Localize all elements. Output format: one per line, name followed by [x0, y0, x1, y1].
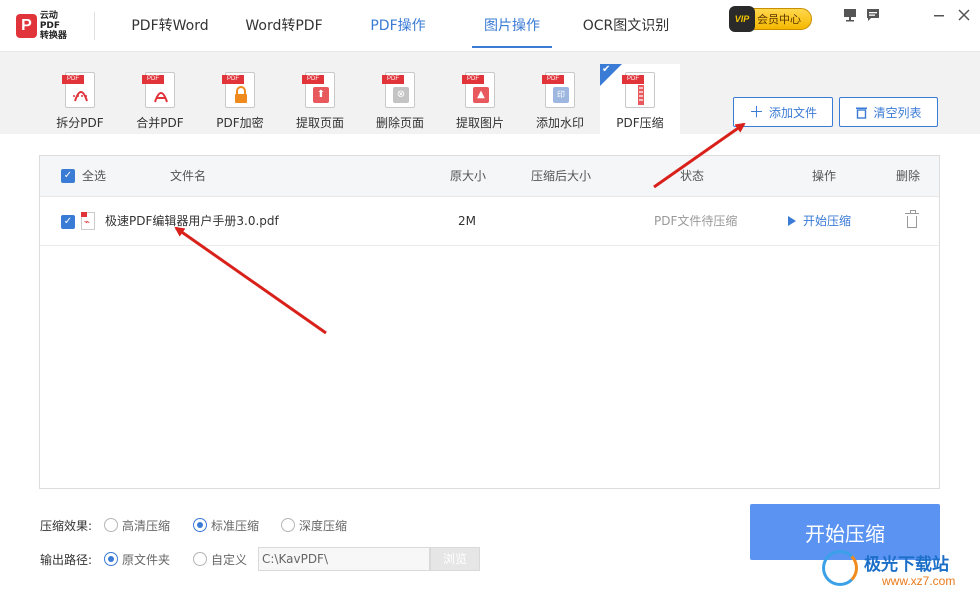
delete-page-icon: PDF ⊗	[382, 72, 415, 108]
tool-merge-pdf-label: 合并PDF	[136, 116, 184, 130]
plus-icon: ＋	[748, 102, 764, 121]
tool-extract-pages[interactable]: PDF ⬆ 提取页面	[281, 66, 359, 134]
tab-pdf-operations[interactable]: PDF操作	[362, 0, 434, 52]
radio-hd-compress-label[interactable]: 高清压缩	[122, 517, 170, 534]
extract-image-icon: PDF ▲	[462, 72, 495, 108]
radio-standard-compress[interactable]	[193, 518, 207, 532]
extract-page-icon: PDF ⬆	[302, 72, 335, 108]
tab-image-operations[interactable]: 图片操作	[472, 0, 552, 52]
vip-center-button[interactable]: VIP 会员中心	[729, 6, 812, 32]
tool-add-watermark[interactable]: PDF 印 添加水印	[521, 66, 599, 134]
tool-compress-pdf-label: PDF压缩	[616, 116, 664, 130]
radio-original-folder[interactable]	[104, 552, 118, 566]
logo-icon: P	[16, 14, 37, 38]
row-start-compress-label: 开始压缩	[803, 214, 852, 228]
top-bar: P 云动PDF 转换器 PDF转Word Word转PDF PDF操作 图片操作…	[0, 0, 980, 52]
select-all-checkbox[interactable]: ✓	[61, 169, 75, 183]
active-tab-underline	[472, 46, 552, 48]
header-original-size: 原大小	[450, 169, 487, 183]
vip-badge-icon: VIP	[729, 6, 755, 32]
tool-encrypt-pdf[interactable]: PDF PDF加密	[201, 66, 279, 134]
watermark-line2: www.xz7.com	[882, 574, 956, 588]
tool-encrypt-pdf-label: PDF加密	[216, 116, 264, 130]
tab-ocr[interactable]: OCR图文识别	[578, 0, 674, 52]
tool-merge-pdf[interactable]: PDF 合并PDF	[121, 66, 199, 134]
tool-split-pdf[interactable]: PDF 拆分PDF	[41, 66, 119, 134]
compress-icon: PDF	[622, 72, 655, 108]
trash-icon	[856, 107, 868, 119]
tab-word-to-pdf[interactable]: Word转PDF	[238, 0, 330, 52]
radio-custom-folder[interactable]	[193, 552, 207, 566]
logo-line2: 转换器	[39, 31, 67, 41]
play-icon	[788, 216, 796, 226]
tool-split-pdf-label: 拆分PDF	[56, 116, 104, 130]
add-file-button[interactable]: ＋ 添加文件	[733, 97, 833, 127]
tool-delete-pages[interactable]: PDF ⊗ 删除页面	[361, 66, 439, 134]
minimize-icon[interactable]	[930, 6, 948, 24]
header-status: 状态	[680, 169, 705, 183]
output-path-label: 输出路径:	[40, 553, 93, 567]
radio-standard-compress-label[interactable]: 标准压缩	[211, 517, 259, 534]
radio-hd-compress[interactable]	[104, 518, 118, 532]
vip-center-label: 会员中心	[757, 13, 801, 26]
tool-delete-pages-label: 删除页面	[375, 116, 424, 130]
header-compressed-size: 压缩后大小	[531, 169, 592, 183]
row-delete-icon[interactable]	[905, 210, 919, 228]
message-icon[interactable]	[864, 6, 882, 24]
header-delete: 删除	[896, 169, 921, 183]
tool-extract-pages-label: 提取页面	[295, 116, 344, 130]
row-filename: 极速PDF编辑器用户手册3.0.pdf	[105, 214, 279, 228]
browse-button[interactable]: 浏览	[430, 547, 480, 571]
radio-deep-compress-label[interactable]: 深度压缩	[299, 517, 347, 534]
tool-add-watermark-label: 添加水印	[535, 116, 584, 130]
header-filename: 文件名	[170, 169, 207, 183]
radio-deep-compress[interactable]	[281, 518, 295, 532]
tab-pdf-to-word[interactable]: PDF转Word	[124, 0, 216, 52]
merge-icon: PDF	[142, 72, 175, 108]
compress-effect-label: 压缩效果:	[40, 519, 93, 533]
radio-original-folder-label[interactable]: 原文件夹	[122, 551, 170, 568]
clear-list-button[interactable]: 清空列表	[839, 97, 938, 127]
table-row[interactable]: ✓ ⌁ 极速PDF编辑器用户手册3.0.pdf 2M PDF文件待压缩 开始压缩	[40, 197, 939, 246]
clear-list-label: 清空列表	[873, 105, 922, 120]
row-start-compress-button[interactable]: 开始压缩	[788, 197, 851, 246]
radio-custom-folder-label[interactable]: 自定义	[211, 551, 247, 568]
watermark-icon: PDF 印	[542, 72, 575, 108]
pdf-file-icon: ⌁	[81, 212, 95, 230]
check-icon: ✔	[602, 64, 611, 75]
divider	[94, 12, 95, 40]
app-logo: P 云动PDF 转换器	[16, 11, 76, 41]
row-status: PDF文件待压缩	[654, 214, 738, 228]
output-path-input[interactable]: C:\KavPDF\	[258, 547, 430, 571]
file-table: ✓ 全选 文件名 原大小 压缩后大小 状态 操作 删除 ✓ ⌁ 极速PDF编辑器…	[39, 155, 940, 489]
row-original-size: 2M	[458, 214, 476, 228]
tool-compress-pdf[interactable]: ✔ PDF PDF压缩	[600, 64, 680, 134]
tool-extract-images[interactable]: PDF ▲ 提取图片	[441, 66, 519, 134]
monitor-icon[interactable]	[841, 6, 859, 24]
split-icon: PDF	[62, 72, 95, 108]
lock-icon: PDF	[222, 72, 255, 108]
site-watermark: 极光下载站 www.xz7.com	[822, 548, 972, 596]
row-checkbox[interactable]: ✓	[61, 215, 75, 229]
tool-extract-images-label: 提取图片	[455, 116, 504, 130]
header-action: 操作	[812, 169, 837, 183]
watermark-logo-icon	[822, 550, 858, 586]
close-icon[interactable]	[955, 6, 973, 24]
watermark-line1: 极光下载站	[864, 555, 949, 575]
table-header: ✓ 全选 文件名 原大小 压缩后大小 状态 操作 删除	[40, 156, 939, 197]
tab-image-operations-label: 图片操作	[484, 18, 540, 34]
logo-line1: 云动PDF	[39, 11, 61, 31]
add-file-label: 添加文件	[769, 105, 818, 120]
select-all-label: 全选	[82, 169, 107, 183]
tool-bar: PDF 拆分PDF PDF 合并PDF PDF PDF加密 PDF ⬆ 提取页面…	[0, 52, 980, 134]
app-window: P 云动PDF 转换器 PDF转Word Word转PDF PDF操作 图片操作…	[0, 0, 980, 600]
